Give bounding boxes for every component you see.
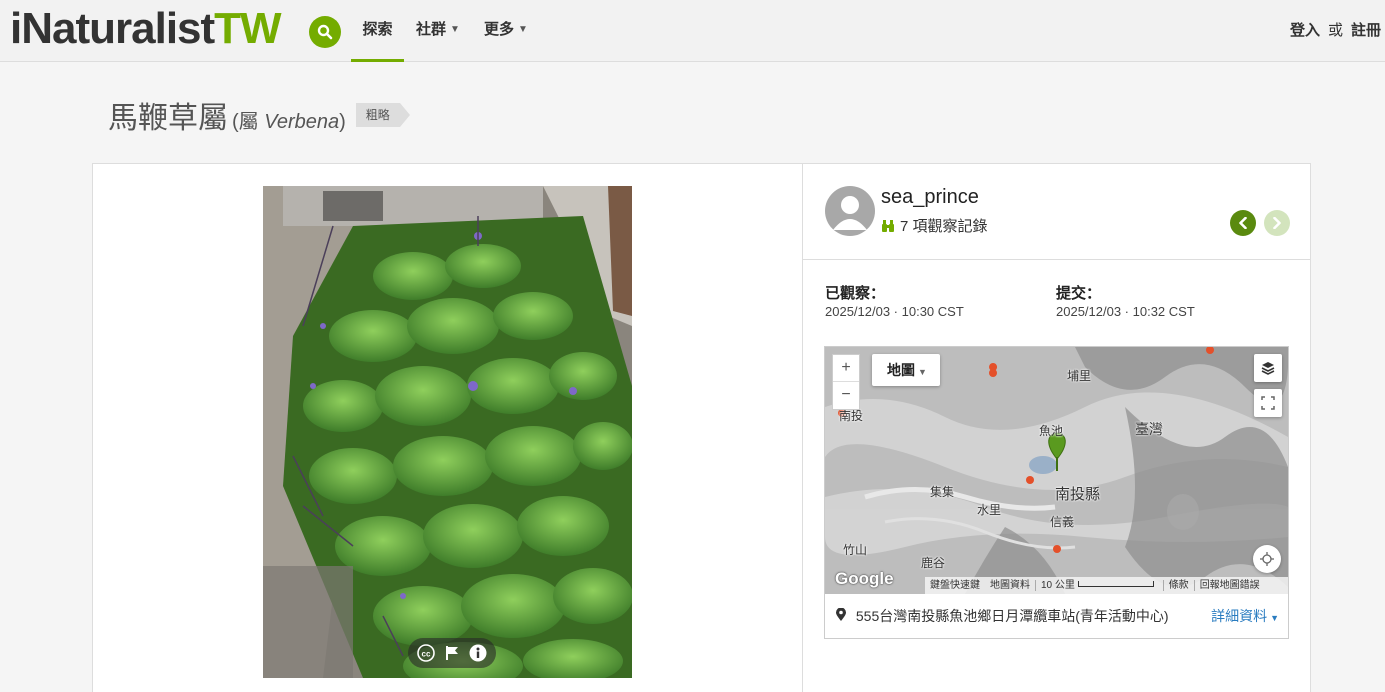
submitted-date: 2025/12/03 · 10:32 CST	[1056, 304, 1195, 319]
plant-photo-image	[263, 186, 632, 678]
user-icon	[833, 196, 867, 230]
map-scale: 10 公里	[1036, 577, 1163, 594]
observer-username[interactable]: sea_prince	[881, 186, 979, 209]
layers-icon	[1261, 362, 1275, 375]
terms-link[interactable]: 條款	[1164, 577, 1194, 594]
chevron-down-icon: ▼	[518, 24, 528, 36]
chevron-right-icon	[1273, 217, 1281, 229]
place-name: 555台灣南投縣魚池鄉日月潭纜車站(青年活動中心)	[855, 608, 1169, 624]
nav-community-label: 社群	[416, 21, 447, 38]
observed-label: 已觀察：	[825, 285, 886, 302]
auth-links: 登入或註冊	[1290, 0, 1381, 62]
details-dropdown[interactable]: 詳細資料 ▼	[1211, 594, 1279, 640]
svg-text:cc: cc	[422, 650, 431, 659]
fullscreen-icon	[1261, 396, 1275, 410]
zoom-out-button[interactable]: −	[833, 382, 859, 409]
search-icon	[317, 24, 333, 40]
observer-row: sea_prince 7 項觀察記錄	[803, 164, 1310, 260]
keyboard-shortcuts-link[interactable]: 鍵盤快速鍵	[925, 577, 985, 594]
nav-community[interactable]: 社群 ▼	[416, 0, 460, 62]
nav-more-label: 更多	[484, 21, 515, 38]
observed-date: 2025/12/03 · 10:30 CST	[825, 304, 964, 319]
observation-photo[interactable]: cc	[263, 186, 632, 678]
map-label: 臺灣	[1135, 421, 1163, 437]
locate-icon	[1260, 552, 1274, 566]
scale-bar	[1077, 581, 1154, 588]
flag-icon[interactable]	[442, 643, 462, 663]
top-navbar: iNaturalistTW 探索 社群 ▼ 更多 ▼ 登入或註冊	[0, 0, 1385, 62]
map-type-select[interactable]: 地圖 ▼	[872, 354, 940, 386]
chevron-down-icon: ▼	[450, 24, 460, 36]
logo-suffix: TW	[214, 4, 281, 53]
photo-controls: cc	[408, 638, 496, 668]
photo-panel: cc	[92, 163, 803, 692]
map-label: 魚池	[1039, 424, 1064, 438]
map-data-label[interactable]: 地圖資料	[985, 577, 1035, 594]
caret-down-icon: ▼	[918, 367, 927, 377]
map-attribution: 鍵盤快速鍵 地圖資料 10 公里 條款 回報地圖錯誤	[925, 577, 1288, 594]
quality-grade-badge: 粗略	[355, 103, 410, 127]
map-label: 集集	[930, 485, 955, 499]
observation-info-panel: sea_prince 7 項觀察記錄 已觀察： 2025/12/03 · 10:…	[802, 163, 1311, 692]
nav-explore-label: 探索	[362, 21, 393, 38]
or-text: 或	[1327, 22, 1343, 39]
login-link[interactable]: 登入	[1290, 22, 1320, 39]
search-button[interactable]	[309, 16, 341, 48]
nav-explore[interactable]: 探索	[351, 0, 404, 62]
observer-observation-count[interactable]: 7 項觀察記錄	[881, 215, 988, 236]
submitted-label: 提交：	[1056, 285, 1102, 302]
nav-more[interactable]: 更多 ▼	[484, 0, 528, 62]
map-label: 竹山	[843, 543, 868, 557]
zoom-controls: + −	[832, 354, 860, 410]
info-icon[interactable]	[468, 643, 488, 663]
fullscreen-button[interactable]	[1254, 389, 1282, 417]
map-container: 埔里 魚池 南投縣 集集 水里 信義 竹山 鹿谷 南投 臺灣 + − 地圖▼	[824, 346, 1289, 639]
details-label: 詳細資料	[1211, 608, 1268, 624]
scale-text: 10 公里	[1041, 580, 1075, 591]
taxon-title: 馬鞭草屬 (屬 Verbena) 粗略	[108, 93, 410, 137]
cc-license-icon[interactable]: cc	[416, 643, 436, 663]
place-row: 555台灣南投縣魚池鄉日月潭纜車站(青年活動中心) 詳細資料 ▼	[825, 594, 1288, 638]
next-observation-button[interactable]	[1264, 210, 1290, 236]
map-label: 南投縣	[1055, 486, 1101, 503]
site-logo[interactable]: iNaturalistTW	[10, 4, 282, 53]
avatar[interactable]	[825, 186, 875, 236]
map-label: 水里	[977, 503, 1002, 517]
prev-observation-button[interactable]	[1230, 210, 1256, 236]
observation-map[interactable]: 埔里 魚池 南投縣 集集 水里 信義 竹山 鹿谷 南投 臺灣 + − 地圖▼	[825, 347, 1288, 594]
chevron-left-icon	[1239, 217, 1247, 229]
map-label: 信義	[1050, 515, 1075, 529]
map-label: 鹿谷	[921, 556, 946, 570]
taxon-rank: (屬	[232, 111, 265, 133]
map-label: 埔里	[1067, 369, 1092, 383]
report-error-link[interactable]: 回報地圖錯誤	[1195, 577, 1265, 594]
map-marker-icon	[836, 607, 846, 621]
my-location-button[interactable]	[1253, 545, 1281, 573]
google-logo: Google	[835, 569, 894, 588]
logo-text: iNaturalist	[10, 4, 215, 53]
signup-link[interactable]: 註冊	[1351, 22, 1381, 39]
layers-button[interactable]	[1254, 354, 1282, 382]
taxon-rank-close: )	[339, 111, 346, 133]
caret-down-icon: ▼	[1270, 613, 1279, 623]
zoom-in-button[interactable]: +	[833, 355, 859, 382]
taxon-rank-name: (屬 Verbena)	[232, 105, 346, 134]
taxon-common-name[interactable]: 馬鞭草屬	[108, 93, 228, 137]
map-type-label: 地圖	[887, 362, 915, 378]
taxon-scientific-name: Verbena	[264, 111, 340, 133]
obs-count-text: 7 項觀察記錄	[900, 218, 988, 235]
binoculars-icon	[882, 219, 894, 232]
